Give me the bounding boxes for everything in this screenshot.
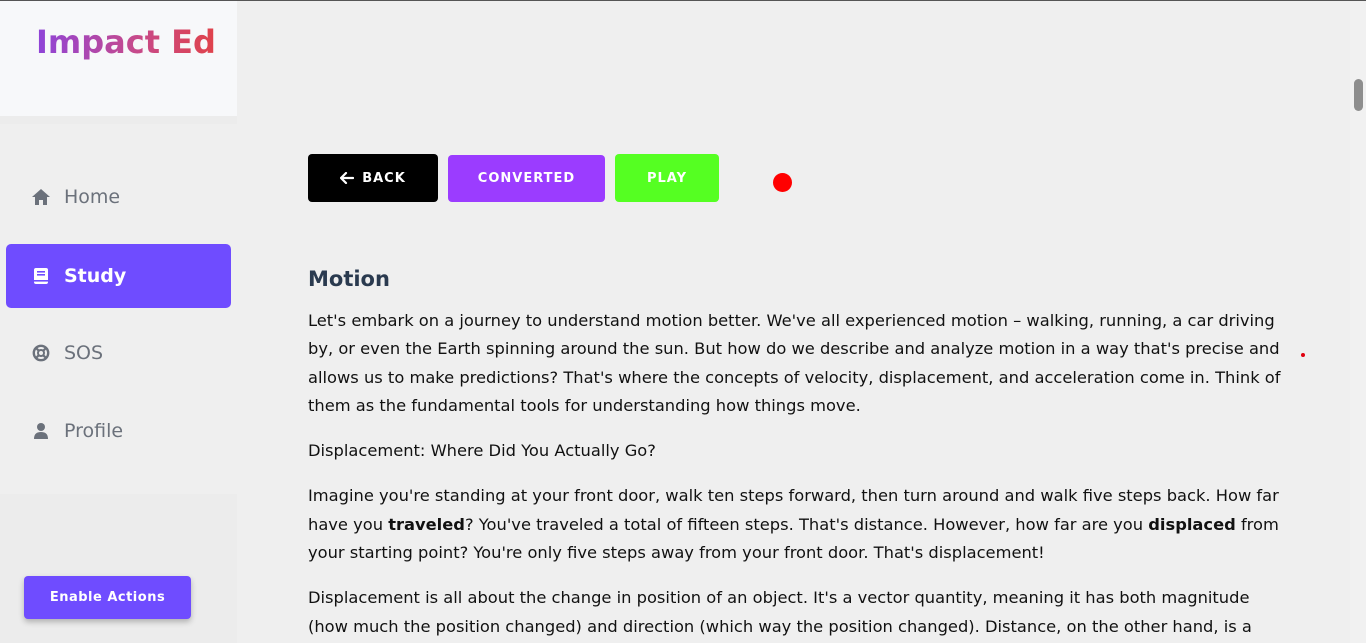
sidebar-item-home[interactable]: Home [6, 165, 231, 229]
brand-logo[interactable]: Impact Ed [36, 23, 216, 61]
article: Motion Let's embark on a journey to unde… [308, 267, 1293, 643]
user-icon [30, 420, 52, 442]
book-icon [30, 265, 52, 287]
sidebar-item-study[interactable]: Study [6, 244, 231, 308]
converted-button[interactable]: CONVERTED [448, 155, 605, 202]
sidebar: Impact Ed Home Study SOS Profile Enable … [0, 1, 237, 643]
logo-area: Impact Ed [0, 1, 237, 116]
bold-term: traveled [388, 514, 465, 534]
enable-actions-button[interactable]: Enable Actions [24, 576, 191, 619]
sidebar-item-profile[interactable]: Profile [6, 399, 231, 463]
bold-term: displaced [1148, 514, 1236, 534]
arrow-left-icon [340, 169, 355, 188]
home-icon [30, 186, 52, 208]
back-button[interactable]: BACK [308, 154, 438, 202]
vertical-scrollbar[interactable] [1350, 1, 1366, 643]
sidebar-nav: Home Study SOS Profile [0, 124, 237, 494]
article-subheading: Displacement: Where Did You Actually Go? [308, 441, 656, 461]
app-window: Impact Ed Home Study SOS Profile Enable … [0, 0, 1366, 643]
back-button-label: BACK [362, 170, 406, 186]
article-paragraph: Let's embark on a journey to understand … [308, 311, 1281, 415]
cursor-dot [1301, 353, 1305, 357]
article-paragraph: Displacement is all about the change in … [308, 588, 1252, 636]
sidebar-item-label: Study [64, 265, 127, 287]
main-content: BACK CONVERTED PLAY Motion Let's embark … [237, 1, 1350, 643]
article-title: Motion [308, 267, 390, 291]
lifebuoy-icon [30, 342, 52, 364]
recording-indicator [773, 173, 792, 192]
sidebar-item-label: Home [64, 186, 121, 208]
scrollbar-thumb[interactable] [1354, 79, 1363, 111]
sidebar-item-label: SOS [64, 342, 104, 364]
article-paragraph: Imagine you're standing at your front do… [308, 486, 1279, 563]
play-button[interactable]: PLAY [615, 154, 719, 202]
sidebar-item-sos[interactable]: SOS [6, 321, 231, 385]
sidebar-item-label: Profile [64, 420, 124, 442]
